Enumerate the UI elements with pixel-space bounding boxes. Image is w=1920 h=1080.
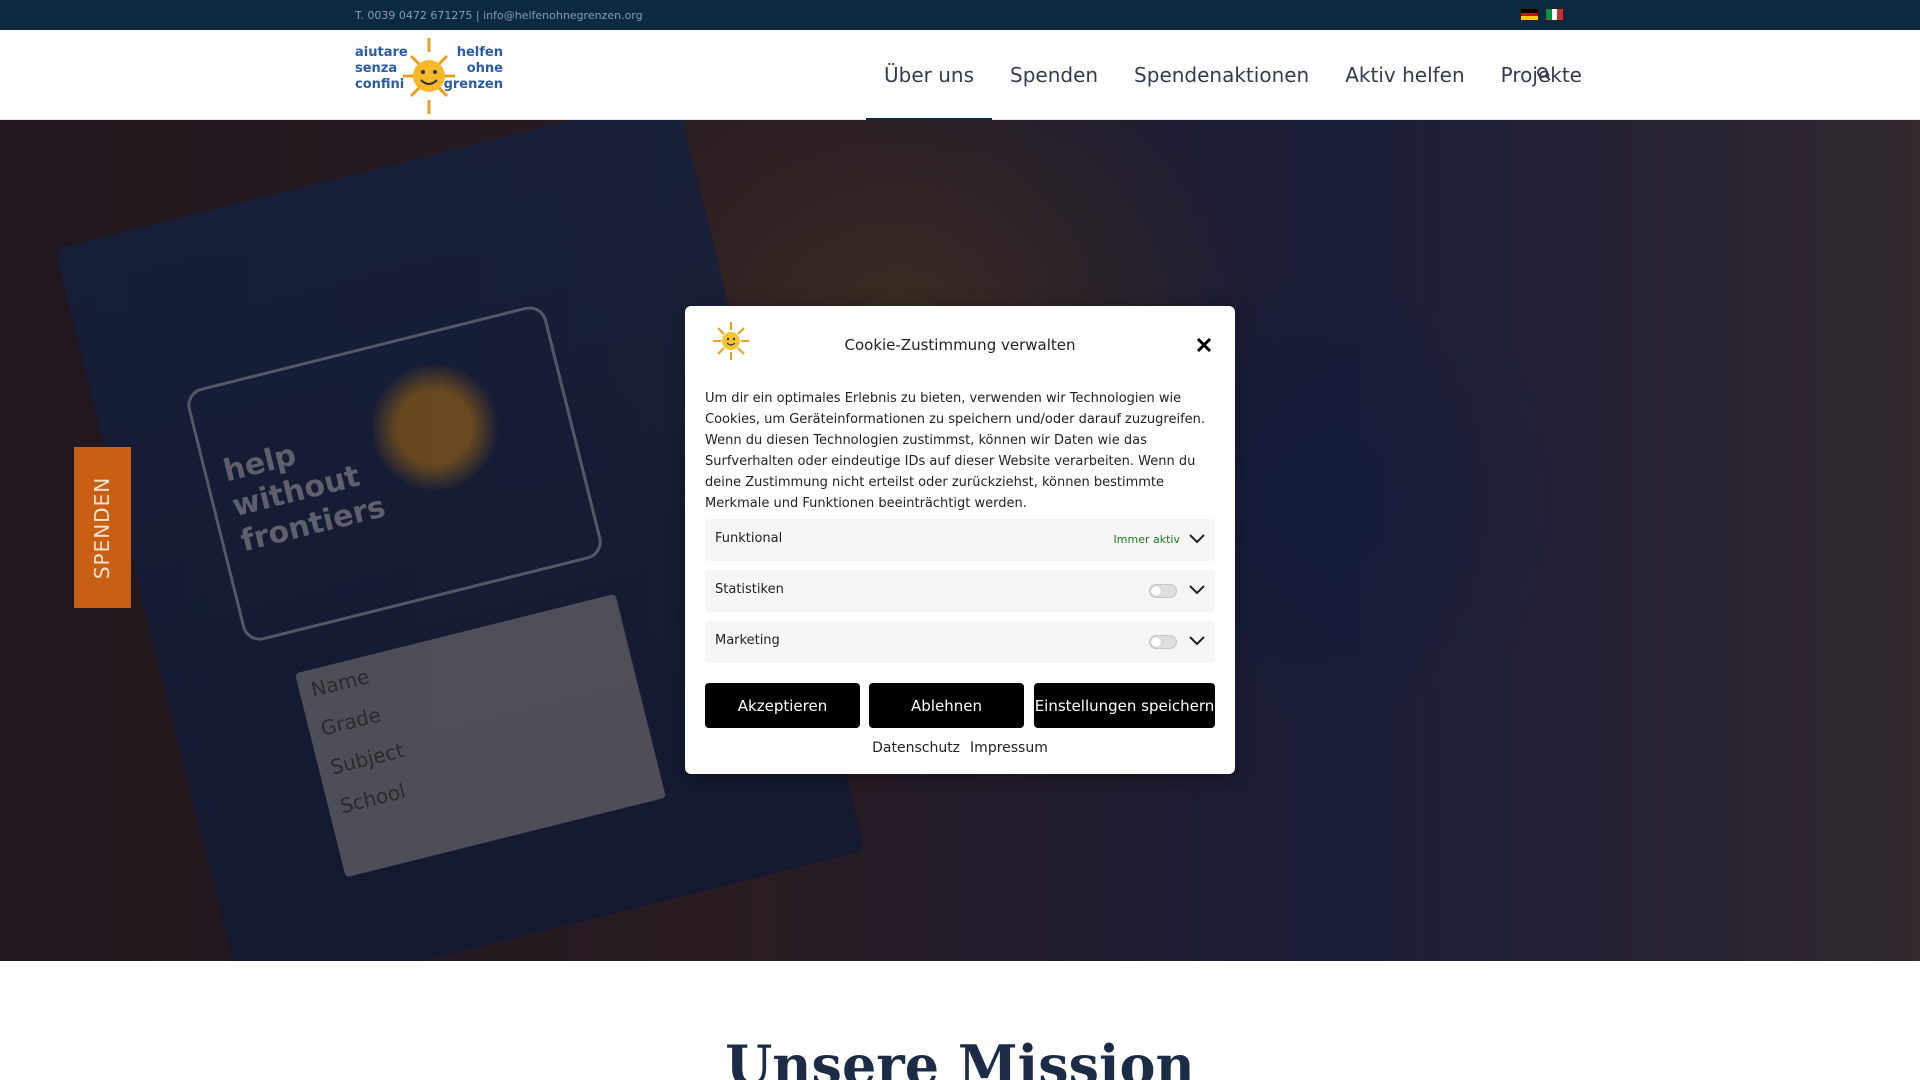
spenden-tab-label: SPENDEN <box>90 476 115 579</box>
category-label: Statistiken <box>715 582 784 597</box>
chevron-down-icon[interactable] <box>1188 635 1206 647</box>
always-active-label: Immer aktiv <box>1113 533 1180 546</box>
mission-section: Unsere Mission <box>0 961 1920 1080</box>
category-statistics[interactable]: Statistiken <box>705 570 1215 612</box>
de-flag-icon[interactable] <box>1520 8 1539 21</box>
category-label: Marketing <box>715 633 780 648</box>
spenden-side-tab[interactable]: SPENDEN <box>74 447 131 608</box>
modal-title: Cookie-Zustimmung verwalten <box>844 336 1076 354</box>
marketing-toggle[interactable] <box>1149 635 1177 649</box>
nav-item-spenden[interactable]: Spenden <box>992 30 1116 120</box>
category-label: Funktional <box>715 531 783 546</box>
top-bar: T. 0039 0472 671275 | info@helfenohnegre… <box>0 0 1920 30</box>
it-flag-icon[interactable] <box>1545 8 1564 21</box>
main-header: aiutare senza confini helfen ohne grenze… <box>0 30 1920 121</box>
imprint-link[interactable]: Impressum <box>970 740 1048 756</box>
nav-item-spendenaktionen[interactable]: Spendenaktionen <box>1116 30 1327 120</box>
close-icon[interactable] <box>1195 336 1213 354</box>
nav-item-ueber-uns[interactable]: Über uns <box>866 30 992 121</box>
logo-text-left-3: confini <box>355 77 404 92</box>
logo-text-right-1: helfen <box>457 45 503 60</box>
chevron-down-icon[interactable] <box>1188 584 1206 596</box>
deny-button[interactable]: Ablehnen <box>869 683 1024 728</box>
modal-description: Um dir ein optimales Erlebnis zu bieten,… <box>705 391 1206 511</box>
privacy-link[interactable]: Datenschutz <box>872 740 960 756</box>
save-preferences-button[interactable]: Einstellungen speichern <box>1034 683 1215 728</box>
language-switcher <box>1520 8 1564 21</box>
cookie-consent-modal: Cookie-Zustimmung verwalten Um dir ein o… <box>685 306 1235 774</box>
main-nav: Über uns Spenden Spendenaktionen Aktiv h… <box>866 30 1600 121</box>
modal-links: Datenschutz Impressum <box>685 740 1235 756</box>
logo-text-left-1: aiutare <box>355 45 408 60</box>
logo-text-right-2: ohne <box>467 61 503 76</box>
category-functional[interactable]: Funktional Immer aktiv <box>705 519 1215 561</box>
logo-text-right-3: grenzen <box>444 77 503 92</box>
accept-button[interactable]: Akzeptieren <box>705 683 860 728</box>
category-marketing[interactable]: Marketing <box>705 621 1215 663</box>
search-icon[interactable] <box>1536 66 1552 82</box>
nav-item-aktiv-helfen[interactable]: Aktiv helfen <box>1327 30 1482 120</box>
contact-info[interactable]: T. 0039 0472 671275 | info@helfenohnegre… <box>355 9 643 22</box>
statistics-toggle[interactable] <box>1149 584 1177 598</box>
logo-text-left-2: senza <box>355 61 397 76</box>
site-logo[interactable]: aiutare senza confini helfen ohne grenze… <box>353 34 505 118</box>
chevron-down-icon[interactable] <box>1188 533 1206 545</box>
mission-title: Unsere Mission <box>725 1033 1195 1080</box>
